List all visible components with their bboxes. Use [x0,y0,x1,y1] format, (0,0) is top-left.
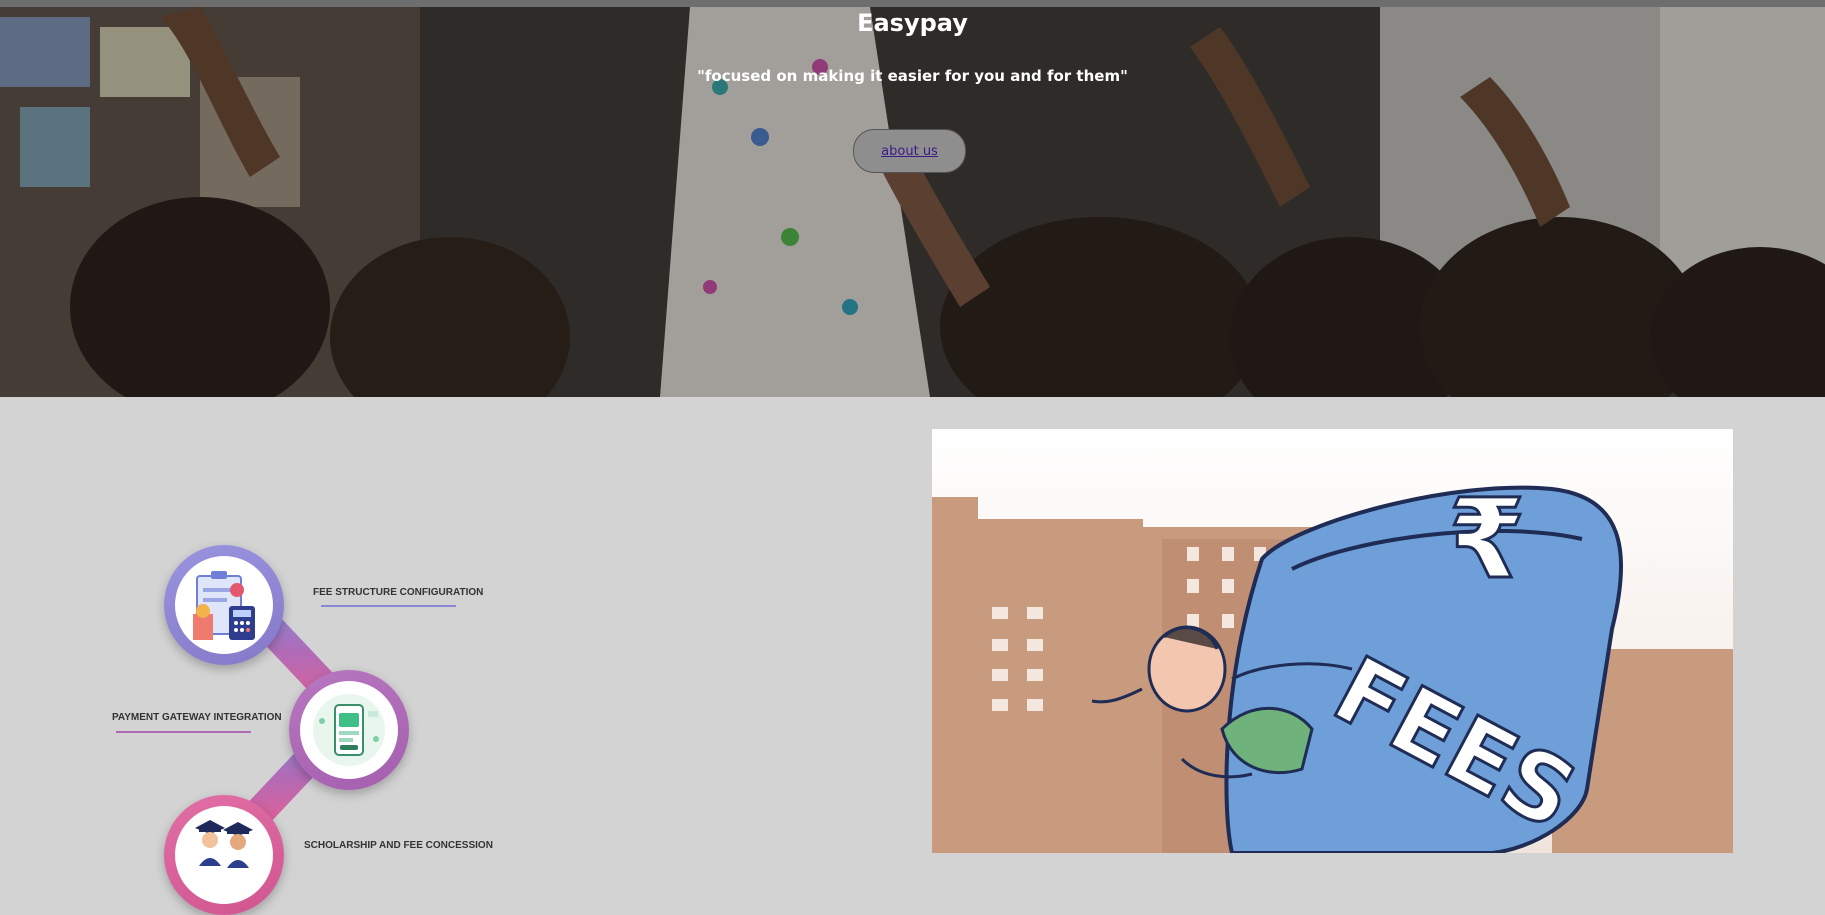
step-fee-structure [164,545,284,665]
step-label-payment-gateway: PAYMENT GATEWAY INTEGRATION [112,712,282,723]
fees-illustration: ₹ FEES [932,429,1733,853]
hero-title: Easypay [857,9,968,37]
hero-banner: Easypay "focused on making it easier for… [0,7,1825,397]
graduates-icon [175,806,273,904]
step-scholarship [164,795,284,915]
hero-tagline: "focused on making it easier for you and… [697,67,1128,85]
rupee-symbol: ₹ [1449,475,1526,603]
fees-cartoon: ₹ FEES [932,429,1733,853]
top-bar [0,0,1825,7]
payment-phone-icon [300,681,398,779]
step-label-fee-structure: FEE STRUCTURE CONFIGURATION [313,587,484,598]
hero-overlay [0,7,1825,397]
features-steps: FEE STRUCTURE CONFIGURATION PAYMENT GATE… [0,397,900,915]
step-label-scholarship: SCHOLARSHIP AND FEE CONCESSION [304,840,493,851]
step-underline-2 [116,731,251,733]
fee-structure-icon [175,556,273,654]
about-us-button[interactable]: about us [853,129,966,173]
step-underline-1 [321,605,456,607]
step-payment-gateway [289,670,409,790]
